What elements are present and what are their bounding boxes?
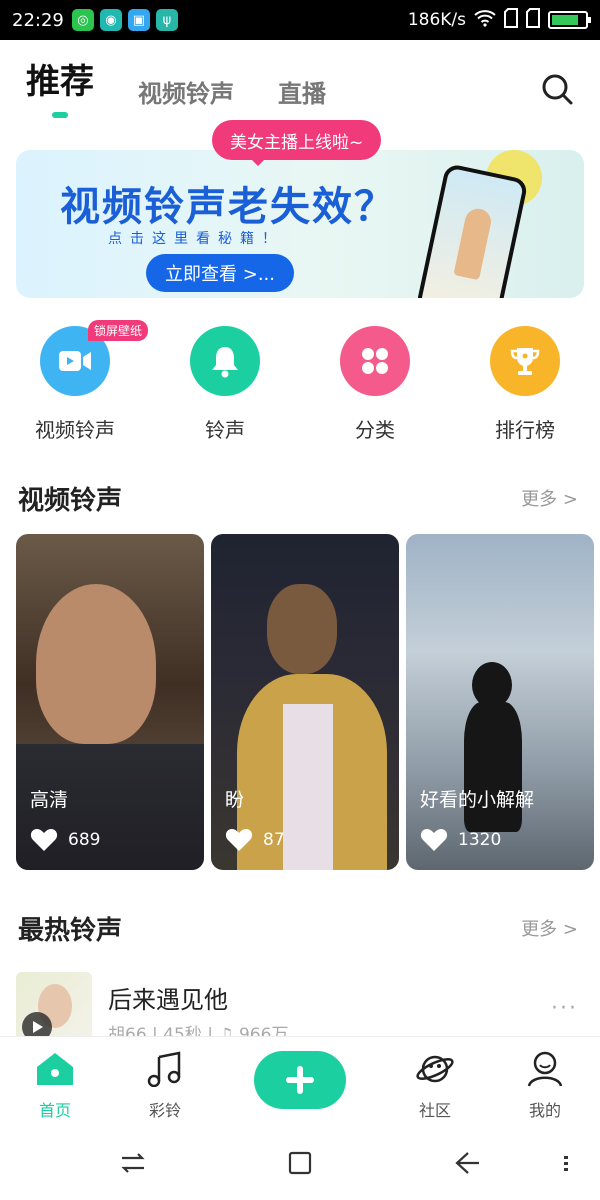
nav-label: 彩铃 (148, 1101, 181, 1120)
network-speed: 186K/s (407, 10, 466, 30)
heart-icon (225, 829, 253, 851)
banner-title: 视频铃声老失效？ (60, 184, 396, 230)
system-nav-bar (0, 1126, 600, 1200)
tab-video-ringtone[interactable]: 视频铃声 (138, 74, 234, 109)
heart-icon (30, 829, 58, 851)
status-time: 22:29 (12, 9, 64, 31)
nav-community[interactable]: 社区 (390, 1051, 480, 1121)
category-grid-icon (340, 326, 410, 396)
more-options-icon[interactable]: ··· (551, 996, 578, 1021)
video-camera-icon: 锁屏壁纸 (40, 320, 149, 396)
battery-icon (548, 11, 591, 29)
switch-apps-icon[interactable] (118, 1148, 148, 1178)
shortcut-ranking[interactable]: 排行榜 (450, 320, 600, 443)
bell-icon (190, 326, 260, 396)
section-title: 最热铃声 (18, 915, 123, 946)
lockscreen-badge: 锁屏壁纸 (88, 320, 149, 341)
status-bar: 22:29 ◎ ◉ ▣ ψ 186K/s (0, 0, 600, 40)
live-promo-bubble[interactable]: 美女主播上线啦~ (212, 120, 382, 166)
app-notification-icon: ◉ (99, 9, 122, 31)
nav-label: 社区 (418, 1101, 451, 1120)
shortcut-label: 铃声 (205, 418, 245, 442)
banner-subtitle: 点击这里看秘籍！ (108, 231, 284, 247)
banner-view-button[interactable]: 立即查看 >... (146, 254, 294, 292)
video-card[interactable]: 盼 87 (211, 534, 399, 870)
shortcut-label: 视频铃声 (35, 418, 115, 442)
tab-live[interactable]: 直播 (278, 74, 326, 109)
usb-notification-icon: ψ (155, 9, 178, 31)
video-thumbnail-silhouette (464, 702, 522, 832)
nav-color-ring[interactable]: 彩铃 (120, 1051, 210, 1121)
heart-icon (420, 829, 448, 851)
shortcut-video-ringtone[interactable]: 锁屏壁纸 视频铃声 (0, 320, 150, 443)
more-video-link[interactable]: 更多 > (521, 485, 578, 511)
video-card-likes: 87 (225, 828, 285, 852)
nav-label: 我的 (528, 1101, 561, 1120)
video-card[interactable]: 高清 689 (16, 534, 204, 870)
song-title: 后来遇见他 (108, 986, 228, 1014)
tab-active-indicator (52, 112, 68, 118)
hot-ringtone-section-header: 最热铃声 更多 > (18, 908, 578, 948)
nav-label: 首页 (38, 1101, 71, 1120)
plus-icon (286, 1066, 314, 1094)
shortcut-label: 分类 (355, 418, 395, 442)
create-plus-button[interactable] (254, 1051, 346, 1109)
nav-profile[interactable]: 我的 (500, 1051, 590, 1121)
search-icon[interactable] (540, 72, 574, 106)
video-card-likes: 689 (30, 828, 100, 852)
video-card-likes: 1320 (420, 828, 501, 852)
home-square-icon[interactable] (285, 1148, 315, 1178)
promo-banner[interactable]: 视频铃声老失效？ 点击这里看秘籍！ 立即查看 >... (16, 150, 584, 298)
video-card-title: 高清 (30, 789, 69, 811)
shortcut-category[interactable]: 分类 (300, 320, 450, 443)
video-card-title: 盼 (225, 789, 245, 811)
home-icon (37, 1053, 73, 1085)
wechat-notification-icon: ◎ (71, 9, 94, 31)
menu-dots-icon[interactable] (558, 1148, 574, 1178)
gallery-notification-icon: ▣ (127, 9, 150, 31)
video-thumbnail-hair (267, 584, 337, 674)
shortcut-ringtone[interactable]: 铃声 (150, 320, 300, 443)
section-title: 视频铃声 (18, 485, 123, 516)
video-thumbnail-face (36, 584, 156, 744)
video-ringtone-section-header: 视频铃声 更多 > (18, 478, 578, 518)
shortcut-label: 排行榜 (495, 418, 555, 442)
shortcut-row: 锁屏壁纸 视频铃声 铃声 分类 排行榜 (0, 320, 600, 450)
user-icon (527, 1051, 563, 1087)
tab-recommend[interactable]: 推荐 (26, 54, 94, 118)
nav-home[interactable]: 首页 (10, 1051, 100, 1121)
sim1-icon (504, 7, 518, 33)
banner-phone-illustration (415, 162, 529, 298)
video-thumbnail-shirt (283, 704, 333, 870)
trophy-icon (490, 326, 560, 396)
planet-icon (416, 1055, 454, 1083)
banner-person-image (453, 206, 494, 281)
like-count: 87 (263, 830, 285, 850)
back-icon[interactable] (452, 1148, 482, 1178)
bottom-nav: 首页 彩铃 社区 我的 (0, 1036, 600, 1126)
tab-recommend-label: 推荐 (26, 62, 94, 102)
like-count: 689 (68, 830, 101, 850)
video-card[interactable]: 好看的小解解 1320 (406, 534, 594, 870)
wifi-icon (474, 9, 496, 32)
song-list-item[interactable]: 后来遇见他 胡66 | 45秒 | ♫ 966万 ··· (16, 972, 584, 1048)
more-hot-link[interactable]: 更多 > (521, 915, 578, 941)
music-note-icon (147, 1051, 181, 1088)
like-count: 1320 (458, 830, 502, 850)
sim2-icon (526, 7, 540, 33)
video-card-list: 高清 689 盼 87 好看的小解解 1320 (16, 534, 594, 870)
video-card-title: 好看的小解解 (420, 789, 535, 811)
